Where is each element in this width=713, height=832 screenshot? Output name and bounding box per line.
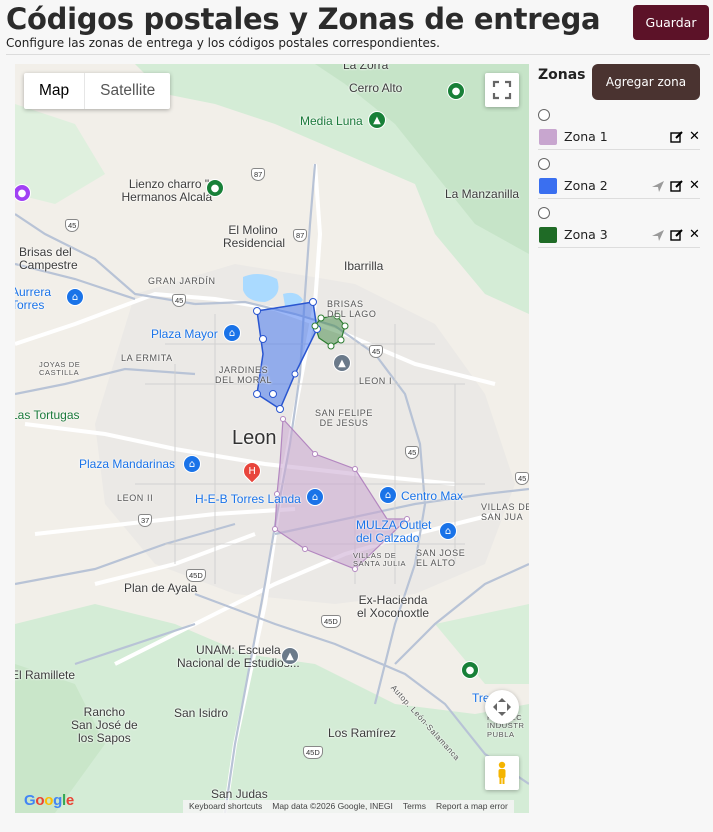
map-type-satellite-button[interactable]: Satellite <box>85 73 170 109</box>
map-data-text: Map data ©2026 Google, INEGI <box>272 801 393 811</box>
fullscreen-icon <box>492 80 512 100</box>
map-label: Plan de Ayala <box>124 581 198 595</box>
map-label: GRAN JARDÍN <box>148 276 216 286</box>
shopping-poi-icon[interactable]: ⌂ <box>439 522 457 540</box>
zone-2-radio[interactable] <box>538 158 550 170</box>
zone-1-radio[interactable] <box>538 109 550 121</box>
map-label: La Manzanilla <box>445 187 520 201</box>
map-label: LEON I <box>359 376 393 386</box>
page-title: Códigos postales y Zonas de entrega <box>6 2 601 36</box>
park-poi-icon[interactable]: ● <box>206 179 224 197</box>
edit-icon[interactable] <box>669 178 684 193</box>
shopping-poi-icon[interactable]: ⌂ <box>379 486 397 504</box>
camera-control-button[interactable] <box>485 690 519 724</box>
map-type-map-button[interactable]: Map <box>24 73 86 109</box>
map-label: Los Ramírez <box>328 726 397 740</box>
terms-link[interactable]: Terms <box>403 800 426 813</box>
map-label: Leon <box>232 427 277 449</box>
map-label: La Zorra <box>343 64 389 72</box>
add-zone-button[interactable]: Agregar zona <box>592 64 700 100</box>
map-label: Plaza Mandarinas <box>79 457 176 471</box>
park-poi-icon[interactable]: ● <box>447 82 465 100</box>
report-error-link[interactable]: Report a map error <box>436 800 508 813</box>
zone-1-color-swatch <box>539 129 557 145</box>
map-label: VILLAS DE SANTA JULIA <box>353 551 407 569</box>
map-label: Ibarrilla <box>344 259 384 273</box>
map-label: MULZA Outlet del Calzado <box>356 518 432 546</box>
zone-item: Zona 3 ✕ <box>538 207 700 250</box>
map-label: Centro Max <box>401 489 464 503</box>
pegman-icon <box>498 761 506 784</box>
map-attribution: Keyboard shortcuts Map data ©2026 Google… <box>183 800 514 813</box>
map-label: Lienzo charro " Hermanos Alcalá" <box>121 177 217 205</box>
highway-shield: 45D <box>186 569 206 582</box>
close-icon[interactable]: ✕ <box>687 129 702 144</box>
map-label: SAN FELIPE DE JESUS <box>315 408 374 428</box>
map-type-control: Map Satellite <box>24 73 171 109</box>
map-label: El Ramillete <box>15 668 76 682</box>
map-label: JOYAS DE CASTILLA <box>39 360 81 378</box>
zone-item: Zona 1 ✕ <box>538 109 700 152</box>
map-label: San Isidro <box>174 706 229 720</box>
school-poi-icon[interactable]: ▲ <box>333 354 351 372</box>
zone-1-name: Zona 1 <box>564 129 608 144</box>
highway-shield: 45D <box>303 746 323 759</box>
map-label: SAN JOSE EL ALTO <box>416 548 466 568</box>
shopping-poi-icon[interactable]: ⌂ <box>183 455 201 473</box>
map-label: BRISAS DEL LAGO <box>327 299 377 319</box>
map-label: Plaza Mayor <box>151 327 218 341</box>
map-label: Media Luna <box>300 114 363 128</box>
map-label: VILLAS DE SAN JUA <box>481 502 529 522</box>
highway-shield: 45D <box>321 615 341 628</box>
map-label: Brisas del Campestre <box>19 245 78 273</box>
google-logo: Google <box>24 792 74 809</box>
school-poi-icon[interactable]: ▲ <box>281 647 299 665</box>
map-label: Rancho San José de los Sapos <box>71 705 138 746</box>
map-label: Cerro Alto <box>349 81 403 95</box>
edit-icon[interactable] <box>669 129 684 144</box>
map-label: LA ERMITA <box>121 353 173 363</box>
keyboard-shortcuts-link[interactable]: Keyboard shortcuts <box>189 800 262 813</box>
page-header: Códigos postales y Zonas de entrega Conf… <box>0 0 713 55</box>
zone-2-color-swatch <box>539 178 557 194</box>
save-button[interactable]: Guardar <box>633 5 709 40</box>
close-icon[interactable]: ✕ <box>687 227 702 242</box>
page-subtitle: Configure las zonas de entrega y los cód… <box>6 36 440 50</box>
map-label: Ex-Hacienda el Xoconoxtle <box>357 593 430 621</box>
zone-2-name: Zona 2 <box>564 178 608 193</box>
fullscreen-button[interactable] <box>485 73 519 107</box>
map-label: H-E-B Torres Landa <box>195 492 301 506</box>
shopping-poi-icon[interactable]: ⌂ <box>306 488 324 506</box>
map-label: El Molino Residencial <box>223 223 286 251</box>
header-divider <box>6 54 710 55</box>
send-icon[interactable] <box>650 178 665 193</box>
zone-3-color-swatch <box>539 227 557 243</box>
map-canvas[interactable]: La Zorra Cerro Alto Media Luna Lienzo ch… <box>15 64 529 813</box>
close-icon[interactable]: ✕ <box>687 178 702 193</box>
map-label: LEON II <box>117 493 154 503</box>
zones-title: Zonas <box>538 67 586 83</box>
send-icon[interactable] <box>650 227 665 242</box>
zone-item: Zona 2 ✕ <box>538 158 700 201</box>
camera-control-icon <box>493 698 511 716</box>
street-view-button[interactable] <box>485 756 519 790</box>
shopping-poi-icon[interactable]: ⌂ <box>66 288 84 306</box>
park-poi-icon[interactable]: ● <box>461 661 479 679</box>
zone-3-name: Zona 3 <box>564 227 608 242</box>
map-label: Aurrera Torres <box>15 285 52 313</box>
map-label: JARDINES DEL MORAL <box>215 365 273 385</box>
shopping-poi-icon[interactable]: ⌂ <box>223 324 241 342</box>
edit-icon[interactable] <box>669 227 684 242</box>
map-label: Las Tortugas <box>15 408 80 422</box>
zone-3-radio[interactable] <box>538 207 550 219</box>
park-poi-icon[interactable]: ▲ <box>368 111 386 129</box>
